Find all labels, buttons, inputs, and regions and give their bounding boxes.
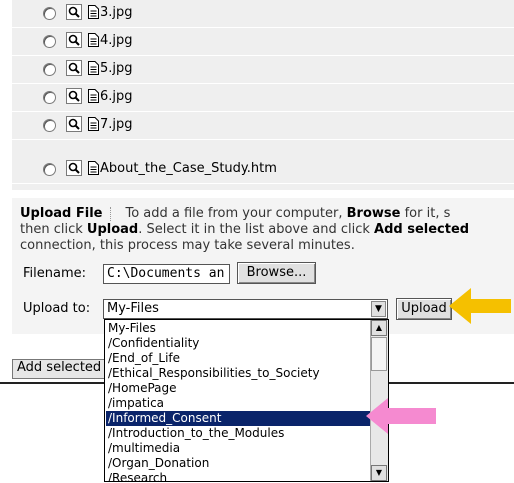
file-radio[interactable] [43, 63, 56, 76]
help-text-part: . Select it in the list above and click [138, 222, 370, 237]
upload-panel: Upload File To add a file from your compu… [12, 198, 514, 334]
dropdown-option[interactable]: My-Files [106, 321, 370, 336]
document-icon [88, 117, 99, 131]
file-name[interactable]: 4.jpg [100, 33, 133, 48]
file-row: About_the_Case_Study.htm [12, 156, 514, 184]
upload-to-select[interactable]: My-Files ▼ [103, 299, 388, 319]
scroll-up-icon[interactable]: ▲ [371, 320, 387, 336]
preview-magnifier-icon[interactable] [66, 32, 82, 48]
dropdown-option-selected[interactable]: /Informed_Consent [106, 411, 370, 426]
preview-magnifier-icon[interactable] [66, 60, 82, 76]
upload-file-title: Upload File [20, 206, 103, 221]
file-row: 3.jpg [12, 0, 514, 28]
file-name[interactable]: 6.jpg [100, 89, 133, 104]
separator [110, 206, 119, 221]
file-name[interactable]: 3.jpg [100, 5, 133, 20]
help-add-selected-word: Add selected [374, 222, 470, 237]
file-radio[interactable] [43, 35, 56, 48]
upload-to-label: Upload to: [23, 301, 91, 316]
dropdown-option[interactable]: /Organ_Donation [106, 456, 370, 471]
filename-field[interactable]: C:\Documents an [103, 264, 230, 284]
dropdown-option[interactable]: /HomePage [106, 381, 370, 396]
file-row: 4.jpg [12, 28, 514, 56]
divider [389, 382, 514, 384]
scroll-thumb[interactable] [371, 337, 387, 371]
preview-magnifier-icon[interactable] [66, 160, 82, 176]
dropdown-option[interactable]: /Confidentiality [106, 336, 370, 351]
document-icon [88, 5, 99, 19]
help-text-part: then click [20, 222, 83, 237]
preview-magnifier-icon[interactable] [66, 88, 82, 104]
file-name[interactable]: About_the_Case_Study.htm [100, 161, 277, 176]
file-row: 7.jpg [12, 112, 514, 140]
dropdown-option[interactable]: /multimedia [106, 441, 370, 456]
file-name[interactable]: 7.jpg [100, 117, 133, 132]
file-radio[interactable] [43, 163, 56, 176]
help-text-part: for it, s [404, 206, 451, 221]
preview-magnifier-icon[interactable] [66, 4, 82, 20]
chevron-down-icon[interactable]: ▼ [371, 301, 386, 317]
dropdown-option[interactable]: /Research [106, 471, 370, 481]
annotation-arrow-pink-icon [366, 398, 436, 434]
file-row: 6.jpg [12, 84, 514, 112]
add-selected-button[interactable]: Add selected [12, 359, 108, 379]
file-radio[interactable] [43, 119, 56, 132]
dropdown-option[interactable]: /impatica [106, 396, 370, 411]
upload-help-text: Upload File To add a file from your compu… [20, 206, 514, 254]
annotation-arrow-yellow-icon [449, 288, 511, 324]
file-radio[interactable] [43, 91, 56, 104]
scroll-down-icon[interactable]: ▼ [371, 465, 387, 481]
help-text-part: To add a file from your computer, [125, 206, 343, 221]
dropdown-option[interactable]: /Ethical_Responsibilities_to_Society [106, 366, 370, 381]
document-icon [88, 89, 99, 103]
document-icon [88, 161, 99, 175]
file-list: 3.jpg 4.jpg 5.jpg 6.jpg 7.jpg About_the_… [12, 0, 514, 190]
filename-label: Filename: [23, 266, 87, 281]
browse-button[interactable]: Browse... [237, 262, 316, 284]
divider [0, 382, 104, 384]
document-icon [88, 33, 99, 47]
help-text-part: connection, this process may take severa… [20, 238, 355, 253]
file-name[interactable]: 5.jpg [100, 61, 133, 76]
upload-button[interactable]: Upload [396, 298, 452, 320]
preview-magnifier-icon[interactable] [66, 116, 82, 132]
help-upload-word: Upload [86, 222, 139, 237]
upload-to-value: My-Files [107, 301, 159, 316]
help-browse-word: Browse [346, 206, 401, 221]
dropdown-option[interactable]: /End_of_Life [106, 351, 370, 366]
file-radio[interactable] [43, 7, 56, 20]
dropdown-option[interactable]: /Introduction_to_the_Modules [106, 426, 370, 441]
upload-to-dropdown-list[interactable]: My-Files /Confidentiality /End_of_Life /… [104, 319, 389, 482]
file-row: 5.jpg [12, 56, 514, 84]
document-icon [88, 61, 99, 75]
